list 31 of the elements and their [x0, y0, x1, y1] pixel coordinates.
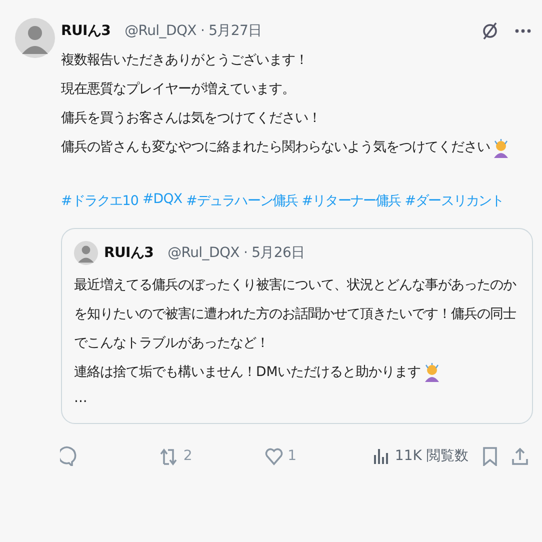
- post-text: 傭兵の皆さんも変なやつに絡まれたら関わらないよう気をつけてください: [61, 138, 490, 157]
- post-date[interactable]: 5月26日: [252, 244, 305, 262]
- separator-dot: ·: [243, 245, 248, 261]
- truncation-ellipsis: ...: [74, 389, 88, 408]
- user-handle[interactable]: @Rul_DQX: [124, 23, 196, 39]
- post-text: 複数報告いただきありがとうございます！: [61, 52, 308, 70]
- share-button[interactable]: [510, 446, 530, 466]
- action-count: 1: [288, 448, 297, 464]
- quoted-text: 最近増えてる傭兵のぼったくり被害について、状況とどんな事があったのかを知りたいので被害に遭われた方のお話聞かせて頂きたいです！傭兵の同士でこんなトラブルがあったなど！: [74, 278, 516, 351]
- slashed-circle-icon: [480, 21, 500, 41]
- display-name[interactable]: RUIん3: [104, 244, 154, 262]
- hashtag-link[interactable]: #ドラクエ10: [61, 192, 138, 210]
- bowing-person-icon: [491, 138, 511, 158]
- post-text: 現在悪質なプレイヤーが増えています。: [61, 80, 295, 99]
- hashtag-link[interactable]: #DQX: [142, 192, 182, 210]
- display-name[interactable]: RUIん3: [61, 22, 111, 40]
- avatar-icon: [15, 18, 55, 58]
- hashtag-link[interactable]: #デュラハーン傭兵: [186, 192, 298, 210]
- like-button[interactable]: [264, 446, 284, 466]
- separator-dot: ·: [200, 23, 205, 39]
- hashtag-link[interactable]: #リターナー傭兵: [302, 192, 401, 210]
- quoted-text: 連絡は捨て垢でも構いません！DMいただけると助かります: [74, 365, 421, 380]
- avatar-icon: [74, 241, 98, 265]
- user-handle[interactable]: @Rul_DQX: [168, 245, 240, 261]
- post-date[interactable]: 5月27日: [208, 22, 262, 40]
- post-text: 傭兵を買うお客さんは気をつけてください！: [61, 110, 321, 128]
- hashtag-link[interactable]: #ダースリカント: [404, 192, 504, 210]
- action-count: 2: [183, 448, 192, 464]
- views-count: 11K 閲覧数: [394, 447, 468, 465]
- repost-button[interactable]: [159, 446, 180, 466]
- quoted-post-card[interactable]: RUIん3 @Rul_DQX · 5月26日 最近増えてる傭兵のぼったくり被害について、状況とどんな事があったのかを知りたいので被害に遭われた方のお話聞かせて頂きたいです！傭兵の同士でこんなトラブルがあったなど！ 連絡は捨て垢でも構いません！DMいただけると助かります ...: [61, 228, 533, 424]
